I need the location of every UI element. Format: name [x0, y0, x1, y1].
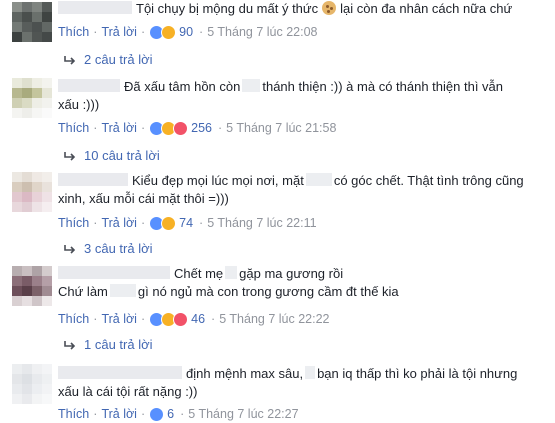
like-link[interactable]: Thích [58, 405, 89, 423]
view-replies-link[interactable]: 2 câu trả lời [64, 51, 153, 69]
reply-arrow-icon [64, 56, 76, 65]
reply-link[interactable]: Trả lời [101, 405, 137, 423]
comment-actions: Thích · Trả lời · 90 · 5 Tháng 7 lúc 22:… [58, 23, 317, 41]
censored-word [225, 266, 238, 279]
comment-timestamp[interactable]: 5 Tháng 7 lúc 22:27 [188, 405, 298, 423]
comment-actions: Thích · Trả lời · 74 · 5 Tháng 7 lúc 22:… [58, 214, 317, 232]
commenter-name[interactable] [58, 1, 132, 14]
comment-text-part: định mệnh max sâu, [186, 366, 304, 381]
like-link[interactable]: Thích [58, 214, 89, 232]
comment-text-part: xấu là cái tội rất nặng :)) [58, 384, 198, 399]
reply-arrow-icon [64, 341, 76, 350]
reaction-count[interactable]: 6 [167, 405, 174, 423]
separator-dot: · [140, 121, 146, 135]
reply-arrow-icon [64, 245, 76, 254]
separator-dot: · [140, 312, 146, 326]
like-link[interactable]: Thích [58, 23, 89, 41]
separator-dot: · [180, 407, 185, 421]
comment-text: định mệnh max sâu, bạn iq thấp thì ko phả… [58, 365, 549, 401]
separator-dot: · [217, 121, 223, 135]
comment-text: Kiểu đẹp mọi lúc mọi nơi, mặt có góc chết… [58, 172, 549, 208]
like-reaction-icon [149, 406, 165, 422]
reaction-icons[interactable] [149, 215, 177, 231]
reply-arrow-icon [64, 152, 76, 161]
comment-text-part: xấu :))) [58, 97, 100, 112]
comment-actions: Thích · Trả lời · 6 · 5 Tháng 7 lúc 22:2… [58, 405, 299, 423]
reply-link[interactable]: Trả lời [101, 119, 137, 137]
separator-dot: · [199, 216, 204, 230]
separator-dot: · [211, 312, 216, 326]
comment-text-part: gặp ma gương rồi [239, 266, 344, 281]
separator-dot: · [93, 312, 98, 326]
commenter-name[interactable] [58, 79, 120, 92]
censored-word [242, 79, 261, 92]
separator-dot: · [93, 25, 98, 39]
comment-timestamp[interactable]: 5 Tháng 7 lúc 21:58 [226, 119, 336, 137]
love-reaction-icon [173, 120, 189, 136]
avatar[interactable] [12, 2, 52, 42]
comment-timestamp[interactable]: 5 Tháng 7 lúc 22:22 [219, 310, 329, 328]
commenter-name[interactable] [58, 366, 182, 379]
view-replies-link[interactable]: 3 câu trả lời [64, 240, 153, 258]
separator-dot: · [199, 25, 204, 39]
separator-dot: · [93, 407, 98, 421]
comment-feed: Tội chụy bị mộng du mất ý thức lại còn đa… [0, 0, 555, 423]
separator-dot: · [140, 407, 146, 421]
comment-text: Tội chụy bị mộng du mất ý thức lại còn đa… [58, 0, 549, 18]
comment-text-part: Chứ làm [58, 284, 108, 299]
love-reaction-icon [173, 311, 189, 327]
comment-text-part: có góc chết. Thật tình trông cũng [333, 173, 524, 188]
comment-actions: Thích · Trả lời · 46 · 5 Tháng 7 lúc 22:… [58, 310, 329, 328]
haha-reaction-icon [161, 24, 177, 40]
like-link[interactable]: Thích [58, 310, 89, 328]
like-link[interactable]: Thích [58, 119, 89, 137]
comment-text: Đã xấu tâm hồn còn thánh thiện :)) à mà c… [58, 78, 549, 114]
separator-dot: · [93, 121, 98, 135]
censored-word [305, 173, 332, 186]
avatar[interactable] [12, 172, 52, 212]
comment-timestamp[interactable]: 5 Tháng 7 lúc 22:11 [207, 214, 316, 232]
view-replies-link[interactable]: 1 câu trả lời [64, 336, 153, 354]
reaction-icons[interactable] [149, 406, 165, 422]
commenter-name[interactable] [58, 266, 170, 279]
comment-text-part: thánh thiện :)) à mà có thánh thiện thì … [262, 79, 504, 94]
replies-count-label[interactable]: 2 câu trả lời [84, 51, 153, 69]
comment-text-part: Kiểu đẹp mọi lúc mọi nơi, mặt [132, 173, 304, 188]
reaction-count[interactable]: 256 [191, 119, 212, 137]
comment-text-part: lại còn đa nhân cách nữa chứ [340, 1, 513, 16]
haha-reaction-icon [161, 215, 177, 231]
separator-dot: · [140, 216, 146, 230]
avatar[interactable] [12, 266, 52, 306]
cookie-emoji-icon [322, 1, 337, 15]
comment-text-part: Chết mẹ [174, 266, 224, 281]
reaction-count[interactable]: 74 [179, 214, 193, 232]
comment-text-part: Tội chụy bị mộng du mất ý thức [136, 1, 319, 16]
comment-text-part: xinh, xấu mỗi cái mặt thôi =))) [58, 191, 229, 206]
comment-timestamp[interactable]: 5 Tháng 7 lúc 22:08 [207, 23, 317, 41]
replies-count-label[interactable]: 1 câu trả lời [84, 336, 153, 354]
reaction-icons[interactable] [149, 311, 189, 327]
censored-word [109, 284, 136, 297]
replies-count-label[interactable]: 3 câu trả lời [84, 240, 153, 258]
comment-text-part: Đã xấu tâm hồn còn [124, 79, 241, 94]
comment-text-part: gì nó ngủ mà con trong gương cầm đt thế … [137, 284, 399, 299]
reaction-count[interactable]: 46 [191, 310, 205, 328]
reaction-count[interactable]: 90 [179, 23, 193, 41]
reply-link[interactable]: Trả lời [101, 310, 137, 328]
reaction-icons[interactable] [149, 24, 177, 40]
censored-word [305, 366, 316, 379]
replies-count-label[interactable]: 10 câu trả lời [84, 147, 160, 165]
avatar[interactable] [12, 78, 52, 118]
reaction-icons[interactable] [149, 120, 189, 136]
separator-dot: · [140, 25, 146, 39]
separator-dot: · [93, 216, 98, 230]
reply-link[interactable]: Trả lời [101, 214, 137, 232]
avatar[interactable] [12, 364, 52, 404]
comment-actions: Thích · Trả lời · 256 · 5 Tháng 7 lúc 21… [58, 119, 336, 137]
reply-link[interactable]: Trả lời [101, 23, 137, 41]
view-replies-link[interactable]: 10 câu trả lời [64, 147, 160, 165]
commenter-name[interactable] [58, 173, 128, 186]
comment-text-part: bạn iq thấp thì ko phải là tội nhưng [317, 366, 518, 381]
comment-text: Chết mẹ gặp ma gương rồi Chứ làm gì nó ngủ… [58, 265, 549, 301]
